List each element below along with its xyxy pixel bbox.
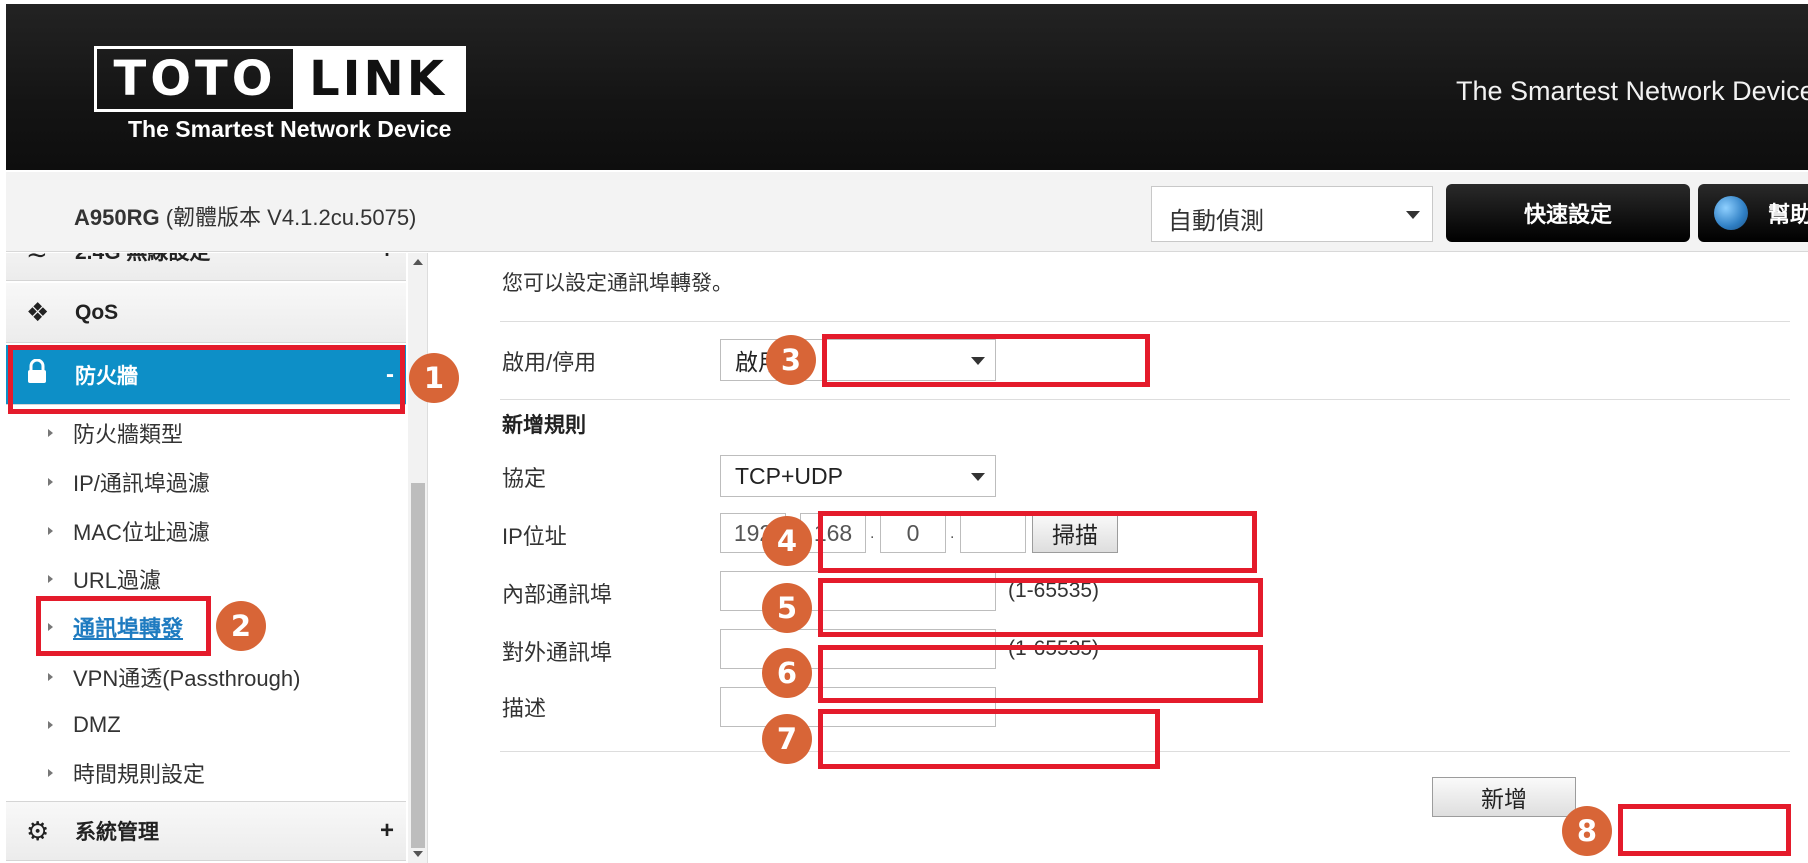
sidebar-item-firewall[interactable]: 防火牆 - (6, 345, 406, 405)
sidebar-subitem-dmz[interactable]: DMZ (6, 705, 406, 745)
step-badge-5: 5 (762, 583, 812, 633)
protocol-select-value: TCP+UDP (735, 462, 843, 489)
bullet-icon (48, 478, 53, 486)
divider (500, 399, 1790, 400)
collapse-icon: - (386, 360, 394, 388)
description-label: 描述 (502, 696, 547, 721)
scroll-down-icon[interactable] (413, 851, 423, 857)
chevron-down-icon (971, 473, 985, 481)
protocol-label: 協定 (502, 466, 547, 491)
port-forwarding-panel: 您可以設定通訊埠轉發。 啟用/停用 啟用 新增規則 協定 TCP+UDP IP位… (430, 253, 1808, 863)
wifi-icon: ≋ (26, 253, 48, 266)
bullet-icon (48, 575, 53, 583)
add-rule-button[interactable]: 新增 (1432, 777, 1576, 817)
sidebar-subitem-label: 防火牆類型 (73, 422, 184, 447)
sidebar-item-label: 防火牆 (75, 364, 138, 388)
top-bar: A950RG (韌體版本 V4.1.2cu.5075) 自動偵測 快速設定 幫助 (6, 172, 1808, 252)
ip-address-label: IP位址 (502, 524, 567, 549)
internal-port-label: 內部通訊埠 (502, 582, 613, 607)
expand-icon: + (379, 817, 394, 844)
scan-button[interactable]: 掃描 (1032, 513, 1118, 553)
ip-dot-separator: . (870, 525, 875, 542)
sidebar-item-label: 系統管理 (75, 821, 159, 844)
description-input[interactable] (720, 687, 996, 727)
chevron-down-icon (971, 357, 985, 365)
ip-dot-separator: . (950, 525, 955, 542)
header-banner: TOTO LINK The Smartest Network Device Th… (6, 4, 1808, 170)
bullet-icon (48, 673, 53, 681)
logo-left-text: TOTO (113, 51, 277, 107)
sidebar-subitem-firewall-type[interactable]: 防火牆類型 (6, 413, 406, 453)
sidebar-item-label: 2.4G 無線設定 (75, 253, 210, 266)
step-badge-1: 1 (409, 353, 459, 403)
sidebar-menu: ≋ 2.4G 無線設定 + ❖ QoS 防火牆 - 防火牆類型 IP/通訊埠過濾… (6, 253, 428, 863)
enable-label: 啟用/停用 (502, 350, 597, 375)
totolink-logo[interactable]: TOTO LINK (94, 46, 466, 112)
new-rule-title: 新增規則 (502, 414, 586, 437)
sidebar-subitem-label: VPN通透(Passthrough) (73, 666, 301, 691)
sidebar-subitem-vpn-passthrough[interactable]: VPN通透(Passthrough) (6, 657, 406, 697)
model-firmware-info: A950RG (韌體版本 V4.1.2cu.5075) (74, 200, 416, 232)
sidebar-scrollbar[interactable] (408, 253, 427, 863)
gear-icon: ⚙ (26, 815, 50, 846)
logo-right-text: LINK (293, 49, 463, 109)
protocol-select[interactable]: TCP+UDP (720, 455, 996, 497)
bullet-icon (48, 623, 53, 631)
logo-tagline: The Smartest Network Device (128, 116, 452, 142)
sidebar-subitem-label: 時間規則設定 (73, 762, 206, 787)
step-badge-3: 3 (766, 335, 816, 385)
sidebar-subitem-ip-port-filter[interactable]: IP/通訊埠過濾 (6, 462, 406, 502)
bullet-icon (48, 769, 53, 777)
page-description: 您可以設定通訊埠轉發。 (502, 272, 733, 295)
model-name: A950RG (74, 205, 160, 230)
step-badge-2: 2 (216, 601, 266, 651)
sidebar-subitem-time-rules[interactable]: 時間規則設定 (6, 753, 406, 793)
ip-octet-3-input[interactable]: 0 (880, 513, 946, 553)
scrollbar-thumb[interactable] (411, 483, 425, 848)
bullet-icon (48, 527, 53, 535)
firmware-version: (韌體版本 V4.1.2cu.5075) (165, 205, 417, 230)
lock-icon (26, 358, 48, 390)
ip-octet-4-input[interactable] (960, 513, 1026, 553)
step-badge-7: 7 (762, 714, 812, 764)
sidebar-subitem-label: 通訊埠轉發 (73, 616, 184, 641)
header-slogan: The Smartest Network Device (1456, 76, 1808, 106)
divider (500, 321, 1790, 322)
chevron-down-icon (1406, 211, 1420, 219)
sidebar-subitem-label: URL過濾 (73, 568, 162, 593)
qos-icon: ❖ (26, 297, 50, 327)
bullet-icon (48, 429, 53, 437)
sidebar-item-qos[interactable]: ❖ QoS (6, 283, 406, 343)
sidebar-item-system-admin[interactable]: ⚙ 系統管理 + (6, 801, 406, 861)
external-port-label: 對外通訊埠 (502, 640, 613, 665)
sidebar-subitem-label: DMZ (73, 712, 121, 737)
help-button-label: 幫助 (1768, 202, 1808, 227)
sidebar-subitem-label: IP/通訊埠過濾 (73, 471, 210, 496)
internal-port-range: (1-65535) (1008, 579, 1100, 602)
sidebar-subitem-url-filter[interactable]: URL過濾 (6, 559, 406, 599)
step-badge-8: 8 (1562, 806, 1612, 856)
divider (500, 751, 1790, 752)
sidebar-subitem-label: MAC位址過濾 (73, 520, 210, 545)
expand-icon: + (380, 253, 394, 265)
external-port-input[interactable] (720, 629, 996, 669)
sidebar-subitem-mac-filter[interactable]: MAC位址過濾 (6, 511, 406, 551)
quick-setup-button[interactable]: 快速設定 (1446, 184, 1690, 242)
step-badge-6: 6 (762, 648, 812, 698)
external-port-range: (1-65535) (1008, 637, 1100, 660)
sidebar-item-label: QoS (75, 300, 119, 324)
scroll-up-icon[interactable] (413, 259, 423, 265)
bullet-icon (48, 721, 53, 729)
sidebar-subitem-port-forwarding[interactable]: 通訊埠轉發 (6, 607, 406, 647)
help-globe-icon (1714, 196, 1748, 230)
enable-select[interactable]: 啟用 (720, 339, 996, 381)
help-button[interactable]: 幫助 (1698, 184, 1808, 242)
sidebar-item-wireless-24g[interactable]: ≋ 2.4G 無線設定 + (6, 253, 406, 281)
language-select-value: 自動偵測 (1168, 208, 1264, 235)
step-badge-4: 4 (762, 516, 812, 566)
language-select[interactable]: 自動偵測 (1151, 186, 1433, 242)
